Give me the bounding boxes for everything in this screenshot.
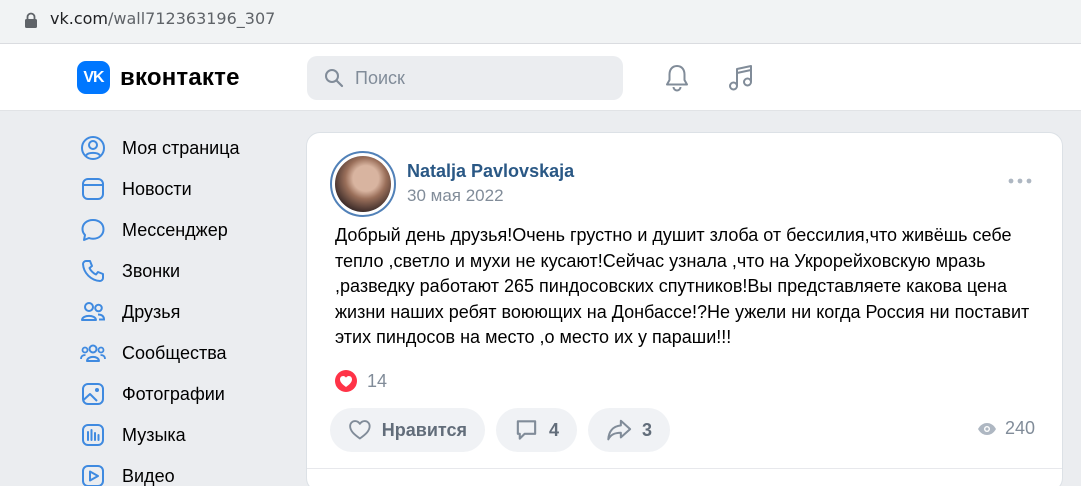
- photos-icon: [82, 383, 104, 405]
- sidebar-item-news[interactable]: Новости: [77, 171, 277, 207]
- sidebar-item-music[interactable]: Музыка: [77, 417, 277, 453]
- sidebar-item-label: Фотографии: [122, 383, 225, 404]
- friends-icon: [81, 302, 106, 321]
- sidebar-item-label: Видео: [122, 465, 175, 486]
- video-icon: [82, 465, 104, 486]
- heart-outline-icon: [349, 420, 371, 440]
- notifications-bell-icon[interactable]: [661, 62, 693, 94]
- comment-icon: [516, 420, 537, 440]
- like-button[interactable]: Нравится: [330, 408, 485, 452]
- sidebar-item-calls[interactable]: Звонки: [77, 253, 277, 289]
- like-label: Нравится: [381, 419, 467, 440]
- likes-summary[interactable]: 14: [335, 369, 387, 393]
- post-text: Добрый день друзья!Очень грустно и душит…: [335, 225, 1030, 348]
- likes-count: 14: [367, 370, 388, 391]
- views-count: 240: [1005, 418, 1036, 438]
- profile-icon: [81, 136, 105, 160]
- sidebar-item-photos[interactable]: Фотографии: [77, 376, 277, 412]
- url-path: /wall712363196_307: [108, 9, 276, 28]
- views-counter: 240: [977, 418, 1035, 439]
- sidebar-item-friends[interactable]: Друзья: [77, 294, 277, 330]
- communities-icon: [80, 344, 106, 362]
- sidebar-item-label: Звонки: [122, 260, 181, 281]
- comment-button[interactable]: 4: [496, 408, 577, 452]
- url-text: vk.com/wall712363196_307: [50, 9, 275, 28]
- url-host: vk.com: [50, 9, 108, 28]
- sidebar-item-messenger[interactable]: Мессенджер: [77, 212, 277, 248]
- sidebar-item-communities[interactable]: Сообщества: [77, 335, 277, 371]
- lock-icon: [25, 12, 37, 28]
- share-icon: [607, 419, 632, 441]
- sidebar-item-label: Друзья: [122, 301, 181, 322]
- sidebar-item-label: Сообщества: [122, 342, 227, 363]
- share-button[interactable]: 3: [588, 408, 670, 452]
- address-field[interactable]: vk.com/wall712363196_307: [0, 0, 1081, 40]
- site-header: VK вконтакте: [0, 44, 1081, 111]
- sidebar-item-label: Музыка: [122, 424, 186, 445]
- news-icon: [82, 178, 104, 200]
- eye-icon: [978, 422, 996, 435]
- sidebar-item-label: Мессенджер: [122, 219, 228, 240]
- heart-icon: [335, 370, 357, 392]
- sidebar-item-label: Моя страница: [122, 137, 240, 158]
- music-note-icon[interactable]: [725, 62, 757, 94]
- post-date[interactable]: 30 мая 2022: [407, 186, 504, 206]
- logo-text[interactable]: вконтакте: [120, 64, 240, 92]
- divider: [307, 468, 1062, 469]
- sidebar-item-label: Новости: [122, 178, 192, 199]
- author-avatar[interactable]: [330, 151, 396, 217]
- shares-count: 3: [641, 419, 652, 440]
- messenger-icon: [81, 219, 105, 241]
- sidebar-item-video[interactable]: Видео: [77, 458, 277, 486]
- avatar-photo: [335, 156, 391, 212]
- post-author-name[interactable]: Natalja Pavlovskaja: [407, 161, 574, 182]
- comments-count: 4: [548, 419, 559, 440]
- phone-icon: [82, 260, 104, 282]
- browser-address-bar: vk.com/wall712363196_307: [0, 0, 1081, 44]
- wall-post: Natalja Pavlovskaja 30 мая 2022 Добрый д…: [306, 132, 1063, 486]
- vk-logo-icon[interactable]: VK: [77, 61, 110, 94]
- more-options-icon[interactable]: [1006, 174, 1034, 188]
- search-icon: [325, 69, 344, 88]
- sidebar-item-my-page[interactable]: Моя страница: [77, 130, 277, 166]
- music-icon: [82, 424, 104, 446]
- search-input[interactable]: [355, 56, 615, 100]
- search-box[interactable]: [307, 56, 623, 100]
